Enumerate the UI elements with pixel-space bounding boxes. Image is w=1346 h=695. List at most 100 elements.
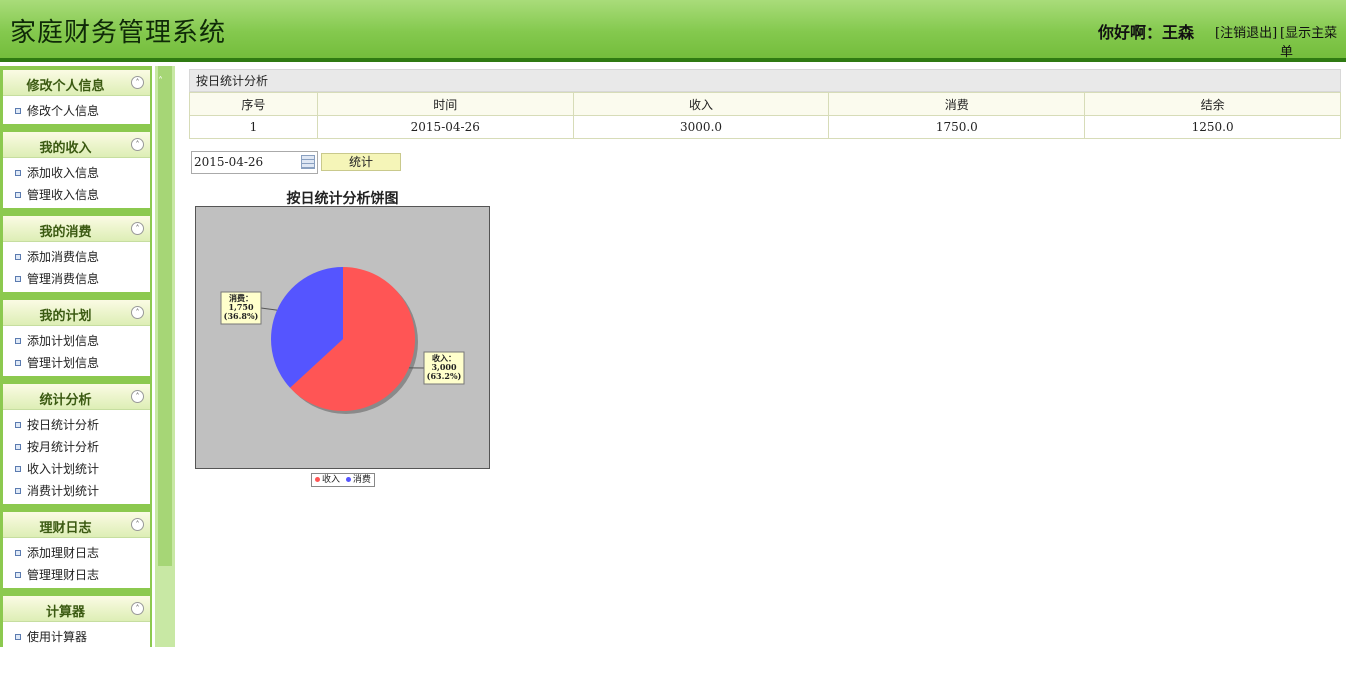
bullet-icon: [15, 192, 21, 198]
bullet-icon: [15, 338, 21, 344]
table-header: 结余: [1085, 93, 1341, 116]
menu-group-header[interactable]: 统计分析˄: [3, 384, 150, 410]
user-greeting: 你好啊：王森: [1098, 19, 1194, 43]
app-title: 家庭财务管理系统: [10, 12, 226, 49]
menu-group-header[interactable]: 修改个人信息˄: [3, 70, 150, 96]
calendar-icon[interactable]: [301, 155, 315, 169]
menu-group-header[interactable]: 我的收入˄: [3, 132, 150, 158]
sidebar-menu-item[interactable]: 管理收入信息: [3, 184, 150, 206]
show-main-menu-link[interactable]: [显示主菜单: [1280, 22, 1346, 60]
menu-item-label: 管理计划信息: [27, 356, 99, 370]
menu-group: 我的收入˄ 添加收入信息管理收入信息: [3, 132, 150, 208]
menu-group: 我的消费˄ 添加消费信息管理消费信息: [3, 216, 150, 292]
legend-swatch-expense: [346, 477, 351, 482]
menu-group-title: 我的消费: [3, 221, 128, 240]
chart-title: 按日统计分析饼图: [195, 188, 490, 208]
bullet-icon: [15, 444, 21, 450]
table-cell: 1: [190, 116, 318, 139]
table-cell: 1250.0: [1085, 116, 1341, 139]
menu-group-header[interactable]: 我的计划˄: [3, 300, 150, 326]
sidebar-menu-item[interactable]: 管理消费信息: [3, 268, 150, 290]
sidebar-menu-item[interactable]: 添加理财日志: [3, 542, 150, 564]
menu-group-header[interactable]: 理财日志˄: [3, 512, 150, 538]
sidebar-menu-item[interactable]: 添加计划信息: [3, 330, 150, 352]
legend-label-income: 收入: [322, 475, 340, 485]
table-header: 时间: [317, 93, 573, 116]
sidebar-menu-item[interactable]: 消费计划统计: [3, 480, 150, 502]
collapse-icon[interactable]: ˄: [131, 138, 144, 151]
menu-group: 计算器˄ 使用计算器: [3, 596, 150, 647]
sidebar-menu-item[interactable]: 使用计算器: [3, 626, 150, 647]
menu-item-label: 添加计划信息: [27, 334, 99, 348]
legend-label-expense: 消费: [353, 475, 371, 485]
collapse-icon[interactable]: ˄: [131, 222, 144, 235]
sidebar-menu-item[interactable]: 收入计划统计: [3, 458, 150, 480]
logout-link[interactable]: [注销退出]: [1215, 22, 1277, 41]
stat-button[interactable]: 统计: [321, 153, 401, 171]
sidebar: 修改个人信息˄修改个人信息我的收入˄添加收入信息管理收入信息我的消费˄添加消费信…: [0, 66, 152, 647]
data-label-text: (36.8%): [224, 311, 259, 321]
table-cell: 1750.0: [829, 116, 1085, 139]
pie-chart-area: 收入：3,000(63.2%)消费：1,750(36.8%): [195, 206, 490, 469]
bullet-icon: [15, 634, 21, 640]
stats-table: 序号 时间 收入 消费 结余 1 2015-04-26 3000.0 1750.…: [189, 92, 1341, 139]
label-leader-line: [261, 308, 277, 310]
menu-item-label: 消费计划统计: [27, 484, 99, 498]
chart-legend: 收入 消费: [311, 473, 375, 487]
menu-group-title: 我的计划: [3, 305, 128, 324]
scrollbar-thumb[interactable]: [158, 66, 172, 566]
menu-item-label: 按月统计分析: [27, 440, 99, 454]
app-header: 家庭财务管理系统 你好啊：王森 [注销退出] [显示主菜单: [0, 0, 1346, 62]
date-input-value: 2015-04-26: [194, 155, 263, 169]
sidebar-menu-item[interactable]: 按月统计分析: [3, 436, 150, 458]
collapse-icon[interactable]: ˄: [131, 518, 144, 531]
menu-item-label: 管理消费信息: [27, 272, 99, 286]
collapse-icon[interactable]: ˄: [131, 306, 144, 319]
menu-group-header[interactable]: 计算器˄: [3, 596, 150, 622]
menu-group-title: 修改个人信息: [3, 75, 128, 94]
bullet-icon: [15, 360, 21, 366]
menu-group-title: 统计分析: [3, 389, 128, 408]
table-cell: 2015-04-26: [317, 116, 573, 139]
sidebar-scrollbar[interactable]: ˄ ˅: [155, 66, 175, 647]
sidebar-menu-item[interactable]: 按日统计分析: [3, 414, 150, 436]
menu-group-title: 理财日志: [3, 517, 128, 536]
scroll-down-icon[interactable]: ˅: [159, 684, 164, 695]
data-label-text: (63.2%): [427, 371, 462, 381]
sidebar-menu-item[interactable]: 管理理财日志: [3, 564, 150, 586]
table-header: 消费: [829, 93, 1085, 116]
sidebar-menu-item[interactable]: 添加消费信息: [3, 246, 150, 268]
bullet-icon: [15, 466, 21, 472]
collapse-icon[interactable]: ˄: [131, 76, 144, 89]
bullet-icon: [15, 572, 21, 578]
collapse-icon[interactable]: ˄: [131, 390, 144, 403]
bullet-icon: [15, 550, 21, 556]
table-header: 序号: [190, 93, 318, 116]
sidebar-menu-item[interactable]: 管理计划信息: [3, 352, 150, 374]
sidebar-menu-item[interactable]: 修改个人信息: [3, 100, 150, 122]
menu-item-label: 使用计算器: [27, 630, 87, 644]
menu-item-label: 添加消费信息: [27, 250, 99, 264]
panel-title: 按日统计分析: [189, 69, 1341, 92]
table-header: 收入: [573, 93, 829, 116]
menu-item-label: 添加收入信息: [27, 166, 99, 180]
menu-group: 理财日志˄ 添加理财日志管理理财日志: [3, 512, 150, 588]
menu-item-label: 添加理财日志: [27, 546, 99, 560]
collapse-icon[interactable]: ˄: [131, 602, 144, 615]
sidebar-menu-item[interactable]: 添加收入信息: [3, 162, 150, 184]
menu-group-title: 我的收入: [3, 137, 128, 156]
menu-item-label: 管理收入信息: [27, 188, 99, 202]
menu-group: 统计分析˄ 按日统计分析按月统计分析收入计划统计消费计划统计: [3, 384, 150, 504]
bullet-icon: [15, 108, 21, 114]
table-cell: 3000.0: [573, 116, 829, 139]
scroll-up-icon[interactable]: ˄: [158, 76, 163, 87]
menu-group: 修改个人信息˄修改个人信息: [3, 70, 150, 124]
menu-item-label: 修改个人信息: [27, 104, 99, 118]
date-input[interactable]: 2015-04-26: [191, 151, 318, 174]
menu-item-label: 管理理财日志: [27, 568, 99, 582]
menu-group-title: 计算器: [3, 601, 128, 620]
bullet-icon: [15, 254, 21, 260]
pie-chart: 收入：3,000(63.2%)消费：1,750(36.8%): [196, 207, 491, 470]
menu-item-label: 按日统计分析: [27, 418, 99, 432]
menu-group-header[interactable]: 我的消费˄: [3, 216, 150, 242]
